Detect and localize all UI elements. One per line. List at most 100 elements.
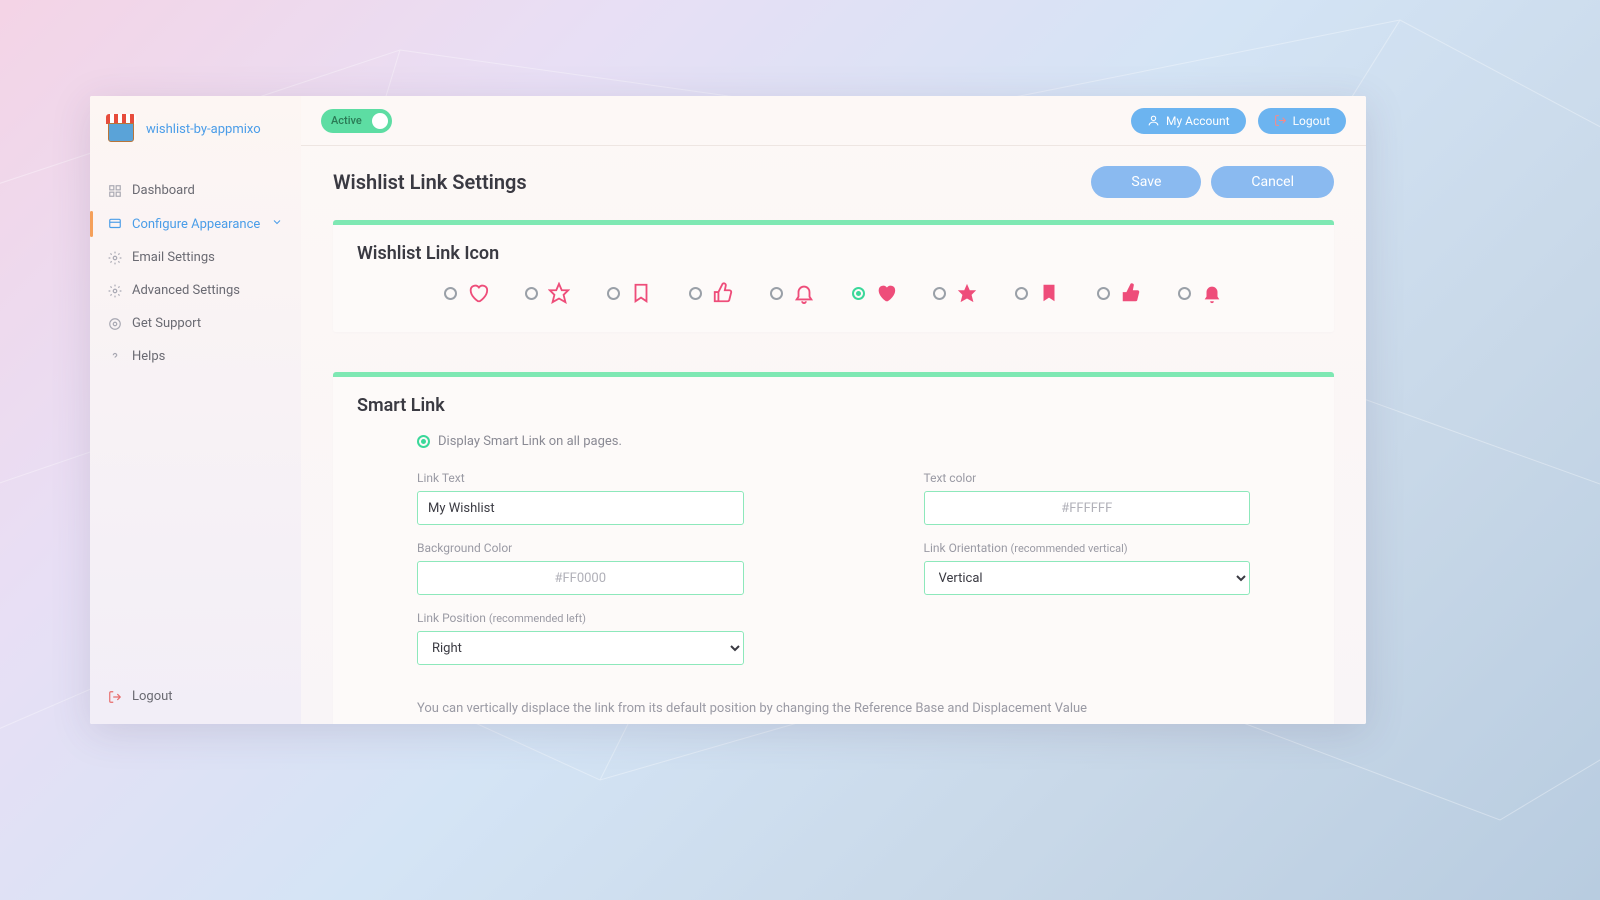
sidebar-item-label: Get Support [132,316,201,331]
sidebar-nav: Dashboard Configure Appearance Email Set… [90,174,301,675]
content: Wishlist Link Settings Save Cancel Wishl… [301,146,1366,724]
bell-outline-icon [793,282,815,304]
field-label: Background Color [417,541,744,555]
display-smart-link-checkbox[interactable]: Display Smart Link on all pages. [417,434,1250,449]
toggle-knob [372,113,388,129]
star-outline-icon [548,282,570,304]
icon-option-bell-filled[interactable] [1178,282,1223,304]
logout-icon [108,690,122,704]
my-account-label: My Account [1166,114,1230,128]
icon-option-star-outline[interactable] [525,282,570,304]
card-title: Wishlist Link Icon [357,243,1310,264]
icon-option-heart-filled[interactable] [852,282,897,304]
form-grid: Link Text Text color Background Color [417,471,1250,716]
active-toggle[interactable]: Active [321,109,392,133]
bookmark-outline-icon [630,282,652,304]
star-filled-icon [956,282,978,304]
field-label: Text color [924,471,1251,485]
radio-icon [1178,287,1191,300]
heart-filled-icon [875,282,897,304]
icon-option-bookmark-filled[interactable] [1015,282,1060,304]
sidebar-footer: Logout [90,675,301,724]
field-link-position: Link Position (recommended left) Right [417,611,744,665]
icon-option-thumbsup-filled[interactable] [1097,282,1142,304]
palette-icon [108,217,122,231]
app-window: wishlist-by-appmixo Dashboard Configure … [90,96,1366,724]
sidebar-logout-label: Logout [132,689,173,704]
background-color-input[interactable] [417,561,744,595]
icon-option-bookmark-outline[interactable] [607,282,652,304]
icon-option-star-filled[interactable] [933,282,978,304]
sidebar: wishlist-by-appmixo Dashboard Configure … [90,96,301,724]
main-area: Active My Account Logout Wishlist Link S… [301,96,1366,724]
sidebar-logout-button[interactable]: Logout [108,689,283,704]
page-title: Wishlist Link Settings [333,170,527,194]
sidebar-item-email-settings[interactable]: Email Settings [90,241,301,274]
brand-logo-icon [106,114,136,144]
page-header: Wishlist Link Settings Save Cancel [333,166,1334,198]
toggle-label: Active [331,114,362,127]
radio-icon [607,287,620,300]
brand-name: wishlist-by-appmixo [146,122,261,137]
topbar-logout-button[interactable]: Logout [1258,108,1346,134]
field-text-color: Text color [924,471,1251,525]
sidebar-item-label: Helps [132,349,165,364]
field-label: Link Text [417,471,744,485]
radio-icon [444,287,457,300]
save-button[interactable]: Save [1091,166,1201,198]
sidebar-item-helps[interactable]: Helps [90,340,301,373]
topbar-logout-label: Logout [1293,114,1330,128]
wishlist-icon-card: Wishlist Link Icon [333,220,1334,332]
sidebar-item-configure-appearance[interactable]: Configure Appearance [90,207,301,241]
gear-icon [108,251,122,265]
thumbsup-filled-icon [1120,282,1142,304]
topbar: Active My Account Logout [301,96,1366,146]
field-link-text: Link Text [417,471,744,525]
link-position-select[interactable]: Right [417,631,744,665]
link-orientation-select[interactable]: Vertical [924,561,1251,595]
field-label: Link Orientation (recommended vertical) [924,541,1251,555]
radio-icon [689,287,702,300]
field-label: Link Position (recommended left) [417,611,744,625]
display-check-label: Display Smart Link on all pages. [438,434,622,449]
text-color-input[interactable] [924,491,1251,525]
question-icon [108,350,122,364]
sidebar-item-label: Configure Appearance [132,217,260,232]
sidebar-item-get-support[interactable]: Get Support [90,307,301,340]
radio-icon-selected [852,287,865,300]
smart-link-card: Smart Link Display Smart Link on all pag… [333,372,1334,724]
bookmark-filled-icon [1038,282,1060,304]
radio-icon [770,287,783,300]
field-link-orientation: Link Orientation (recommended vertical) … [924,541,1251,595]
sidebar-item-dashboard[interactable]: Dashboard [90,174,301,207]
icon-option-bell-outline[interactable] [770,282,815,304]
radio-icon [525,287,538,300]
my-account-button[interactable]: My Account [1131,108,1246,134]
support-icon [108,317,122,331]
smart-link-form: Display Smart Link on all pages. Link Te… [357,434,1310,716]
gear-icon [108,284,122,298]
link-text-input[interactable] [417,491,744,525]
radio-icon [933,287,946,300]
sidebar-item-advanced-settings[interactable]: Advanced Settings [90,274,301,307]
radio-icon [1015,287,1028,300]
icon-option-row [357,282,1310,304]
heart-outline-icon [467,282,489,304]
cancel-button[interactable]: Cancel [1211,166,1334,198]
help-text: You can vertically displace the link fro… [417,701,1250,716]
thumbsup-outline-icon [712,282,734,304]
bell-filled-icon [1201,282,1223,304]
sidebar-item-label: Advanced Settings [132,283,240,298]
chevron-down-icon [271,216,283,232]
grid-icon [108,184,122,198]
brand: wishlist-by-appmixo [90,114,301,174]
icon-option-thumbsup-outline[interactable] [689,282,734,304]
radio-icon [1097,287,1110,300]
icon-option-heart-outline[interactable] [444,282,489,304]
user-icon [1147,114,1160,127]
sidebar-item-label: Dashboard [132,183,195,198]
sidebar-item-label: Email Settings [132,250,215,265]
logout-icon [1274,114,1287,127]
field-background-color: Background Color [417,541,744,595]
radio-icon-checked [417,435,430,448]
